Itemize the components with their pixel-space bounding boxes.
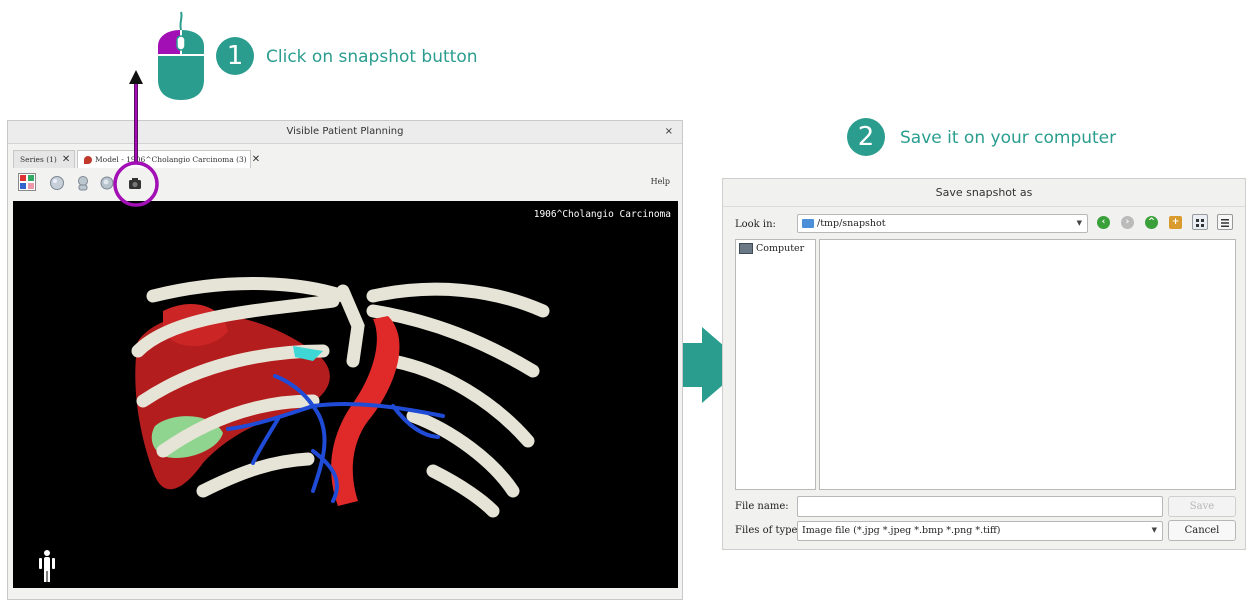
file-name-label: File name: — [735, 501, 789, 512]
snapshot-highlight-annotation — [113, 70, 159, 207]
head-profile-icon[interactable] — [75, 175, 93, 193]
save-dialog: Save snapshot as Look in: /tmp/snapshot … — [722, 178, 1246, 550]
tab-series-label: Series (1) — [20, 155, 57, 164]
forward-icon[interactable]: › — [1121, 216, 1134, 229]
step-1-number: 1 — [216, 37, 254, 75]
chevron-down-icon: ▼ — [1151, 526, 1157, 534]
app-window: Visible Patient Planning × Series (1) ✕ M… — [7, 120, 683, 600]
look-in-value: /tmp/snapshot — [817, 218, 886, 229]
app-title: Visible Patient Planning — [286, 126, 404, 137]
tab-series[interactable]: Series (1) ✕ — [13, 150, 75, 168]
parent-dir-icon[interactable]: ^ — [1145, 216, 1158, 229]
step-2-number: 2 — [847, 118, 885, 156]
files-of-type-combo[interactable]: Image file (*.jpg *.jpeg *.bmp *.png *.t… — [797, 521, 1163, 541]
highlight-circle — [113, 161, 159, 207]
tab-close-icon[interactable]: ✕ — [62, 154, 70, 165]
human-orientation-icon — [39, 550, 55, 582]
file-name-input[interactable] — [797, 496, 1163, 517]
organ-manager-icon[interactable] — [18, 173, 36, 191]
look-in-label: Look in: — [735, 219, 776, 230]
computer-icon — [739, 243, 753, 254]
detail-view-icon[interactable] — [1217, 214, 1233, 230]
sidebar-item-computer[interactable]: Computer — [739, 243, 804, 254]
cancel-button[interactable]: Cancel — [1168, 520, 1236, 541]
step-1-text: Click on snapshot button — [266, 47, 478, 67]
files-of-type-value: Image file (*.jpg *.jpeg *.bmp *.png *.t… — [802, 525, 1001, 536]
sidebar-item-label: Computer — [756, 243, 805, 254]
3d-viewer[interactable]: 1906^Cholangio Carcinoma — [13, 201, 678, 588]
sphere-icon[interactable] — [49, 175, 67, 193]
help-menu[interactable]: Help — [651, 177, 670, 186]
liver-icon — [84, 156, 92, 164]
anatomy-3d-render — [39, 277, 550, 582]
chevron-down-icon: ▼ — [1076, 219, 1082, 227]
tab-close-icon[interactable]: ✕ — [252, 154, 260, 165]
files-of-type-label: Files of type: — [735, 525, 801, 536]
list-view-icon[interactable] — [1192, 214, 1208, 230]
step-2-text: Save it on your computer — [900, 128, 1117, 148]
save-button[interactable]: Save — [1168, 496, 1236, 517]
sidebar-panel: Computer — [735, 239, 816, 490]
look-in-combo[interactable]: /tmp/snapshot ▼ — [797, 214, 1088, 233]
file-list-panel[interactable] — [819, 239, 1236, 490]
mouse-wheel — [176, 35, 186, 51]
aorta-shape — [331, 316, 400, 506]
back-icon[interactable]: ‹ — [1097, 216, 1110, 229]
mouse-cable — [179, 11, 183, 31]
close-icon[interactable]: × — [665, 121, 673, 143]
dialog-title: Save snapshot as — [723, 179, 1245, 207]
folder-icon — [802, 219, 814, 228]
new-folder-icon[interactable]: + — [1169, 216, 1182, 229]
